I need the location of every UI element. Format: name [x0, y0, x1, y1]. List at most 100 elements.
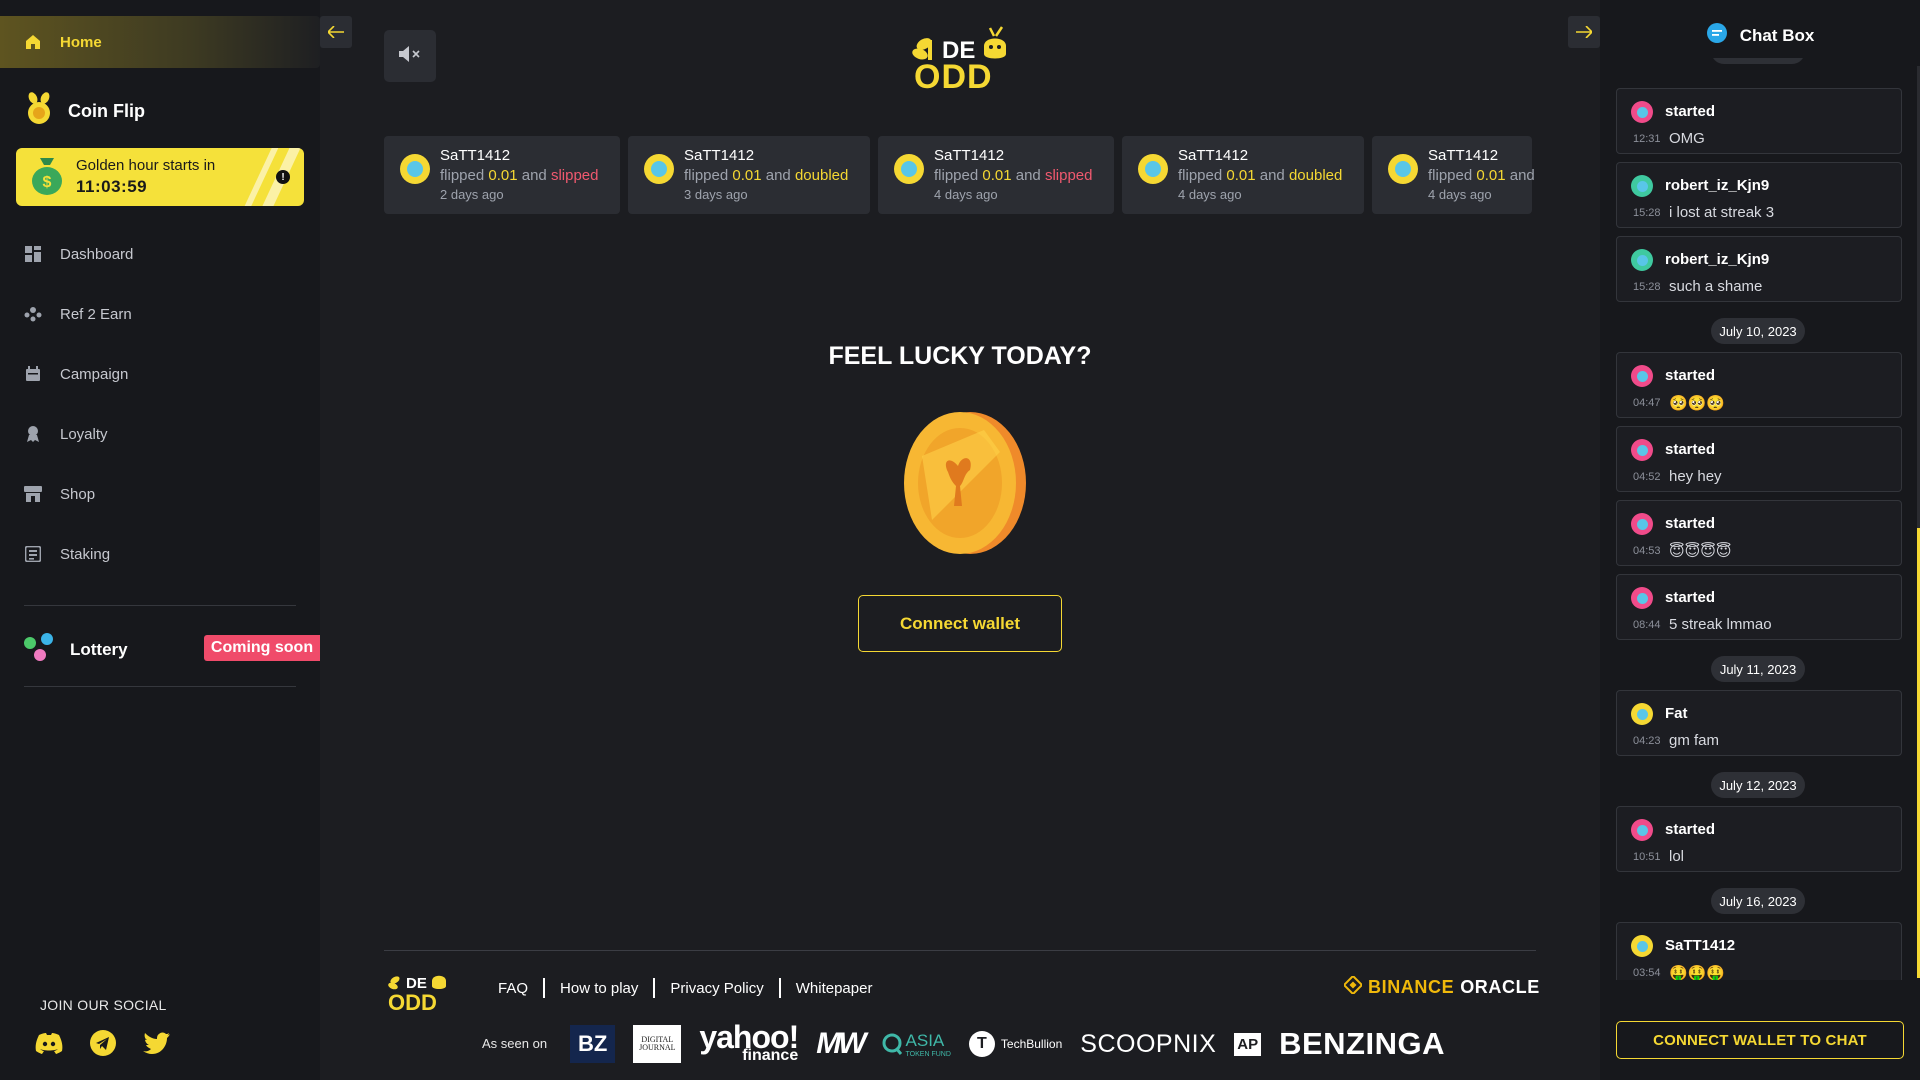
ticker-mid: and: [765, 166, 791, 184]
coin-flip-label: Coin Flip: [68, 101, 145, 121]
nav-shop[interactable]: Shop: [24, 485, 95, 503]
chat-time: 15:28: [1633, 207, 1661, 219]
ticker-username: SaTT1412: [934, 147, 1005, 164]
flip-ticker-card: SaTT1412 flipped 0.01 and doubled 3 days a…: [628, 136, 870, 214]
chat-message: started 04:47 🥺🥺🥺: [1616, 352, 1902, 418]
chat-message: started 08:44 5 streak lmmao: [1616, 574, 1902, 640]
nav-campaign[interactable]: Campaign: [24, 365, 128, 383]
chat-avatar: [1631, 703, 1653, 725]
chat-username[interactable]: started: [1665, 103, 1715, 120]
chat-username[interactable]: started: [1665, 367, 1715, 384]
nav-staking[interactable]: Staking: [24, 545, 110, 563]
speaker-muted-icon: [399, 45, 421, 68]
ticker-prefix: flipped: [1428, 166, 1473, 184]
chat-time: 08:44: [1633, 619, 1661, 631]
chat-avatar: [1631, 819, 1653, 841]
footer-link-how-to-play[interactable]: How to play: [560, 980, 638, 997]
footer-link-whitepaper[interactable]: Whitepaper: [796, 980, 873, 997]
link-separator: [543, 978, 546, 998]
link-separator: [653, 978, 656, 998]
connect-wallet-to-chat-button[interactable]: CONNECT WALLET TO CHAT: [1616, 1021, 1904, 1059]
chat-panel: Chat Box started 12:31 OMG robert_iz_Kjn9 15…: [1600, 0, 1920, 1080]
ticker-result: doubled: [794, 166, 849, 184]
chat-message-list[interactable]: started 12:31 OMG robert_iz_Kjn9 15:28 i lost…: [1616, 58, 1904, 980]
info-icon[interactable]: !: [276, 170, 290, 184]
chat-time: 04:47: [1633, 397, 1661, 409]
social-links: [34, 1028, 172, 1058]
ticker-action: flipped 0.01 and slipped: [934, 166, 1093, 186]
ticker-mid: and: [1259, 166, 1285, 184]
nav-home[interactable]: Home: [0, 16, 320, 68]
ticker-time: 4 days ago: [1178, 186, 1242, 202]
nav-ref-2-earn[interactable]: Ref 2 Earn: [24, 305, 132, 323]
chat-avatar: [1631, 175, 1653, 197]
ticker-result: slipped: [550, 166, 599, 184]
chat-username[interactable]: Fat: [1665, 705, 1688, 722]
golden-hour-label: Golden hour starts in: [76, 157, 216, 174]
page-headline: FEEL LUCKY TODAY?: [828, 342, 1092, 370]
chat-username[interactable]: robert_iz_Kjn9: [1665, 177, 1769, 194]
ticker-amount: 0.01: [1476, 166, 1506, 184]
collapse-chat-button[interactable]: [1568, 16, 1600, 48]
press-logo-techbullion: T TechBullion: [968, 1031, 1062, 1057]
nav-coin-flip[interactable]: Coin Flip: [24, 92, 145, 131]
chat-time: 04:52: [1633, 471, 1661, 483]
golden-hour-countdown: 11:03:59: [76, 176, 148, 196]
chat-date-separator: [1711, 58, 1805, 64]
twitter-icon[interactable]: [142, 1028, 172, 1058]
ticker-prefix: flipped: [440, 166, 485, 184]
chat-avatar: [1631, 439, 1653, 461]
ticker-action: flipped 0.01 and doubled: [1178, 166, 1342, 186]
sound-toggle-button[interactable]: [384, 30, 436, 82]
chat-username[interactable]: robert_iz_Kjn9: [1665, 251, 1769, 268]
flip-ticker-card: SaTT1412flipped 0.01 and doubled4 days a…: [1122, 136, 1364, 214]
coin-image[interactable]: [892, 410, 1028, 561]
nav-dashboard[interactable]: Dashboard: [24, 245, 133, 263]
nav-loyalty[interactable]: Loyalty: [24, 425, 108, 443]
chat-username[interactable]: SaTT1412: [1665, 937, 1735, 954]
chat-username[interactable]: started: [1665, 515, 1715, 532]
chat-avatar: [1631, 587, 1653, 609]
chat-date-separator: July 11, 2023: [1711, 656, 1805, 682]
grid-icon: [24, 245, 42, 263]
chat-username[interactable]: started: [1665, 821, 1715, 838]
referral-icon: [24, 305, 42, 323]
flip-ticker-card: SaTT1412flipped 0.01 and doubled4 days a…: [1372, 136, 1535, 214]
sidebar-divider: [24, 605, 296, 606]
footer-link-privacy-policy[interactable]: Privacy Policy: [670, 980, 763, 997]
ticker-time: 2 days ago: [440, 186, 504, 202]
ticker-mid: and: [521, 166, 547, 184]
connect-wallet-button[interactable]: Connect wallet: [858, 595, 1062, 652]
chat-time: 04:53: [1633, 545, 1661, 557]
press-logo-digital-journal: DIGITAL JOURNAL: [633, 1025, 682, 1063]
ticker-amount: 0.01: [982, 166, 1012, 184]
chat-username[interactable]: started: [1665, 441, 1715, 458]
nav-home-label: Home: [60, 33, 102, 51]
as-seen-on-label: As seen on: [482, 1036, 548, 1051]
user-avatar: [1138, 154, 1168, 184]
press-logos: BZ DIGITAL JOURNAL yahoo! finance MW ASIA…: [570, 1021, 1445, 1064]
telegram-icon[interactable]: [88, 1028, 118, 1058]
ticker-prefix: flipped: [684, 166, 729, 184]
chat-message: started 04:52 hey hey: [1616, 426, 1902, 492]
chat-text: 😇😇😇😇: [1669, 543, 1732, 560]
ticker-result: slipped: [1044, 166, 1093, 184]
chat-message: started 12:31 OMG: [1616, 88, 1902, 154]
user-avatar: [400, 154, 430, 184]
chat-date-separator: July 12, 2023: [1711, 772, 1805, 798]
collapse-sidebar-button[interactable]: [320, 16, 352, 48]
medal-icon: [24, 425, 42, 443]
chat-bubble-icon: [1706, 22, 1728, 49]
coin-flip-icon: [24, 92, 54, 131]
ticker-time: 3 days ago: [684, 186, 748, 202]
chat-message: Fat 04:23 gm fam: [1616, 690, 1902, 756]
golden-hour-banner: $ Golden hour starts in 11:03:59 !: [16, 148, 304, 206]
discord-icon[interactable]: [34, 1028, 64, 1058]
sidebar-divider: [24, 686, 296, 687]
recent-flips-ticker: SaTT1412 flipped 0.01 and slipped 2 days a…: [384, 136, 1536, 214]
footer-link-faq[interactable]: FAQ: [498, 980, 528, 997]
chat-avatar: [1631, 101, 1653, 123]
press-logo-scoopnix: SCOOPNIX: [1080, 1029, 1217, 1058]
chat-username[interactable]: started: [1665, 589, 1715, 606]
binance-label: BINANCE: [1368, 977, 1455, 997]
